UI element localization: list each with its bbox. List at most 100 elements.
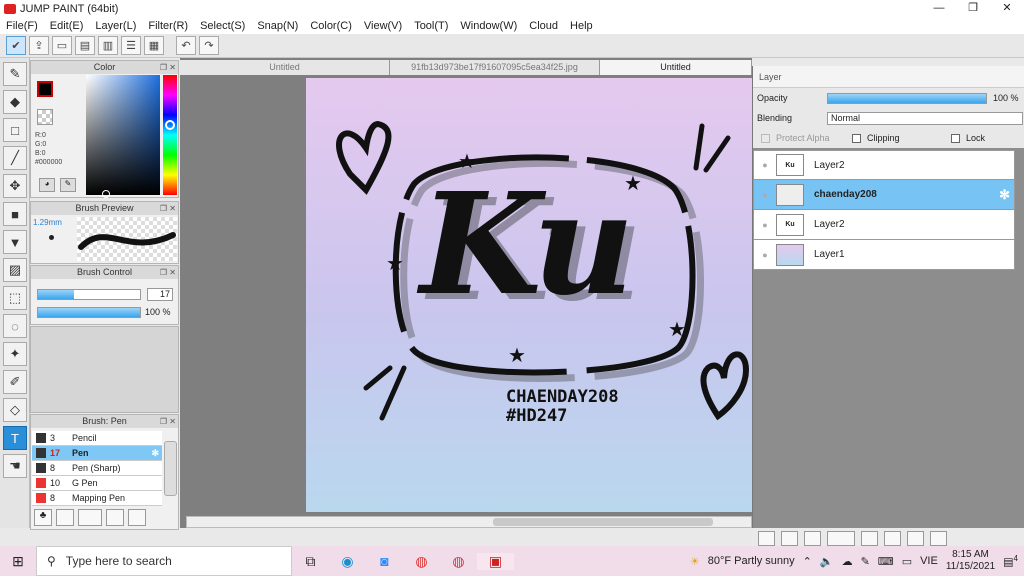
brush-options-icon[interactable]	[78, 509, 102, 526]
brush-opacity-slider[interactable]	[37, 307, 141, 318]
eyedropper-icon[interactable]: ✎	[60, 178, 76, 192]
hand-tool-icon[interactable]: ☚	[3, 454, 27, 478]
keyboard-icon[interactable]: ⌨	[878, 555, 894, 568]
brush-add-icon[interactable]: ♣	[34, 509, 52, 526]
tray-chevron-icon[interactable]: ⌃	[803, 555, 812, 568]
notification-icon[interactable]: ▤4	[1003, 554, 1018, 569]
task-view-icon[interactable]: ⧉	[292, 553, 329, 570]
eraser-tool-icon[interactable]: ◆	[3, 90, 27, 114]
move-tool-icon[interactable]: ✥	[3, 174, 27, 198]
menu-tool[interactable]: Tool(T)	[408, 20, 454, 32]
comment-icon[interactable]: ▭	[52, 36, 72, 55]
lock-checkbox[interactable]	[951, 133, 960, 143]
tab-untitled-1[interactable]: Untitled	[180, 60, 390, 75]
cloud-icon[interactable]: ☁	[842, 555, 853, 568]
windows-start-icon[interactable]: ⊞	[0, 553, 36, 570]
jump-paint-taskbar-icon[interactable]: ▣	[477, 552, 514, 570]
fill-rect-tool-icon[interactable]: ■	[3, 202, 27, 226]
edge-browser-icon[interactable]: ◉	[329, 553, 366, 570]
brush-size-slider[interactable]	[37, 289, 141, 300]
new-layer-icon[interactable]	[758, 530, 775, 546]
layer-blending-select[interactable]: Normal	[827, 111, 1023, 125]
clipping-checkbox[interactable]	[852, 133, 861, 143]
weather-text[interactable]: 80°F Partly sunny	[708, 555, 795, 567]
language-indicator[interactable]: VIE	[920, 555, 938, 567]
layer-row[interactable]: ● Layer1	[753, 240, 1015, 270]
panel-close-icon[interactable]: ❐ ✕	[160, 415, 176, 428]
merge-layer-icon[interactable]	[907, 530, 924, 546]
menu-snap[interactable]: Snap(N)	[251, 20, 304, 32]
maximize-button[interactable]: ❐	[956, 0, 990, 17]
visibility-icon[interactable]: ●	[754, 160, 776, 170]
menu-view[interactable]: View(V)	[358, 20, 408, 32]
share-icon[interactable]: ⇪	[29, 36, 49, 55]
menu-color[interactable]: Color(C)	[304, 20, 358, 32]
brush-item-pencil[interactable]: 3 Pencil	[32, 431, 162, 446]
select-rect-tool-icon[interactable]: ⬚	[3, 286, 27, 310]
transparent-color-swatch[interactable]	[37, 109, 53, 125]
chrome-profile-icon[interactable]: ◍	[440, 553, 477, 570]
volume-icon[interactable]: 🔈	[820, 555, 834, 568]
brush-item-pen[interactable]: 17 Pen ✻	[32, 446, 162, 461]
protect-alpha-checkbox[interactable]	[761, 133, 770, 143]
line-tool-icon[interactable]: ╱	[3, 146, 27, 170]
menu-window[interactable]: Window(W)	[454, 20, 523, 32]
hue-slider[interactable]	[163, 75, 177, 195]
minimize-button[interactable]: —	[922, 0, 956, 17]
duplicate-layer-icon[interactable]	[884, 530, 901, 546]
color-square-picker[interactable]	[86, 75, 160, 198]
select-eraser-tool-icon[interactable]: ◇	[3, 398, 27, 422]
lasso-tool-icon[interactable]: ◌	[3, 314, 27, 338]
new-halftone-layer-icon[interactable]	[781, 530, 798, 546]
panel-close-icon[interactable]: ❐ ✕	[160, 61, 176, 74]
menu-edit[interactable]: Edit(E)	[44, 20, 90, 32]
brush-item-mapping-pen[interactable]: 8 Mapping Pen	[32, 491, 162, 506]
panel-close-icon[interactable]: ❐ ✕	[160, 266, 176, 279]
visibility-icon[interactable]: ●	[754, 220, 776, 230]
pen-icon[interactable]: ✎	[861, 555, 870, 568]
menu-filter[interactable]: Filter(R)	[142, 20, 194, 32]
taskbar-search-box[interactable]: ⚲ Type here to search	[36, 546, 292, 576]
brush-tool-icon[interactable]: ✎	[3, 62, 27, 86]
visibility-icon[interactable]: ●	[754, 190, 776, 200]
list-icon[interactable]: ☰	[121, 36, 141, 55]
close-button[interactable]: ✕	[990, 0, 1024, 17]
brush-folder-icon[interactable]	[128, 509, 146, 526]
layer-opacity-slider[interactable]	[827, 92, 987, 104]
display-icon[interactable]: ▭	[902, 555, 912, 568]
menu-cloud[interactable]: Cloud	[523, 20, 564, 32]
redo-icon[interactable]: ↷	[199, 36, 219, 55]
brush-item-pen-sharp[interactable]: 8 Pen (Sharp)	[32, 461, 162, 476]
zoom-app-icon[interactable]: ◙	[366, 553, 403, 569]
menu-layer[interactable]: Layer(L)	[89, 20, 142, 32]
brush-item-g-pen[interactable]: 10 G Pen	[32, 476, 162, 491]
document-icon[interactable]: ▥	[98, 36, 118, 55]
layer-row-selected[interactable]: ● chaenday208 ✻	[753, 180, 1015, 210]
new-brush-icon[interactable]	[56, 509, 74, 526]
brush-list-scrollbar[interactable]	[164, 441, 177, 496]
grid-icon[interactable]: ▦	[144, 36, 164, 55]
undo-icon[interactable]: ↶	[176, 36, 196, 55]
brush-size-value[interactable]: 17	[147, 288, 173, 301]
gradient-tool-icon[interactable]: ▨	[3, 258, 27, 282]
tab-untitled-active[interactable]: Untitled	[600, 60, 752, 75]
visibility-icon[interactable]: ●	[754, 250, 776, 260]
clock[interactable]: 8:15 AM 11/15/2021	[946, 549, 995, 573]
brush-export-icon[interactable]	[106, 509, 124, 526]
add-layer-menu-icon[interactable]	[827, 530, 855, 546]
gear-icon[interactable]: ✻	[151, 448, 159, 459]
delete-layer-icon[interactable]	[930, 530, 947, 546]
palette-icon[interactable]: ◕	[39, 178, 55, 192]
select-pen-tool-icon[interactable]: ✐	[3, 370, 27, 394]
chrome-icon[interactable]: ◍	[403, 553, 440, 570]
tab-jpg[interactable]: 91fb13d973be17f91607095c5ea34f25.jpg	[390, 60, 600, 75]
rectangle-tool-icon[interactable]: □	[3, 118, 27, 142]
foreground-color-swatch[interactable]	[37, 81, 53, 97]
panel-close-icon[interactable]: ❐ ✕	[160, 202, 176, 215]
drawing-canvas[interactable]: ★ ★ ★ ★ ★ Ku CHAENDAY208 #HD247	[306, 78, 752, 512]
layer-settings-gear-icon[interactable]: ✻	[999, 187, 1010, 203]
brush-mode-icon[interactable]: ✔	[6, 36, 26, 55]
layer-row[interactable]: ● Ku Layer2	[753, 210, 1015, 240]
text-tool-icon[interactable]: T	[3, 426, 27, 450]
layer-row[interactable]: ● Ku Layer2	[753, 150, 1015, 180]
